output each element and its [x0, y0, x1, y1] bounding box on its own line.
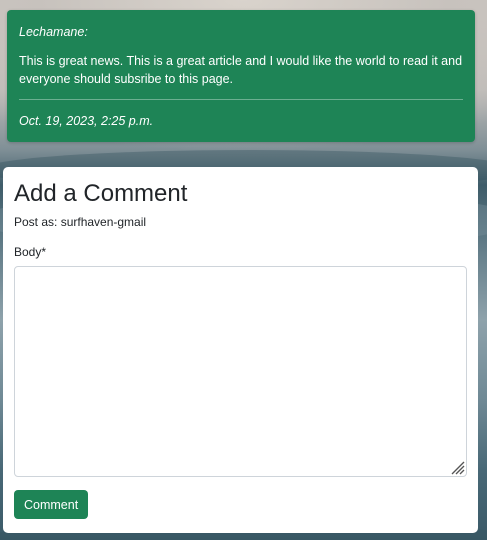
- form-title: Add a Comment: [14, 180, 188, 207]
- comment-card: Lechamane: This is great news. This is a…: [7, 10, 475, 142]
- body-field-wrapper: [14, 266, 467, 477]
- post-as-text: Post as: surfhaven-gmail: [14, 215, 147, 229]
- comment-submit-button[interactable]: Comment: [14, 490, 89, 519]
- resize-grip-icon[interactable]: [449, 459, 465, 475]
- comment-author: Lechamane:: [19, 25, 88, 39]
- add-comment-form: Add a Comment Post as: surfhaven-gmail B…: [3, 167, 478, 533]
- page-background: Lechamane: This is great news. This is a…: [0, 0, 487, 540]
- comment-divider: [19, 99, 463, 100]
- comment-body: This is great news. This is a great arti…: [19, 54, 463, 86]
- body-textarea[interactable]: [14, 266, 467, 477]
- body-label: Body*: [14, 245, 47, 259]
- comment-date: Oct. 19, 2023, 2:25 p.m.: [19, 114, 154, 128]
